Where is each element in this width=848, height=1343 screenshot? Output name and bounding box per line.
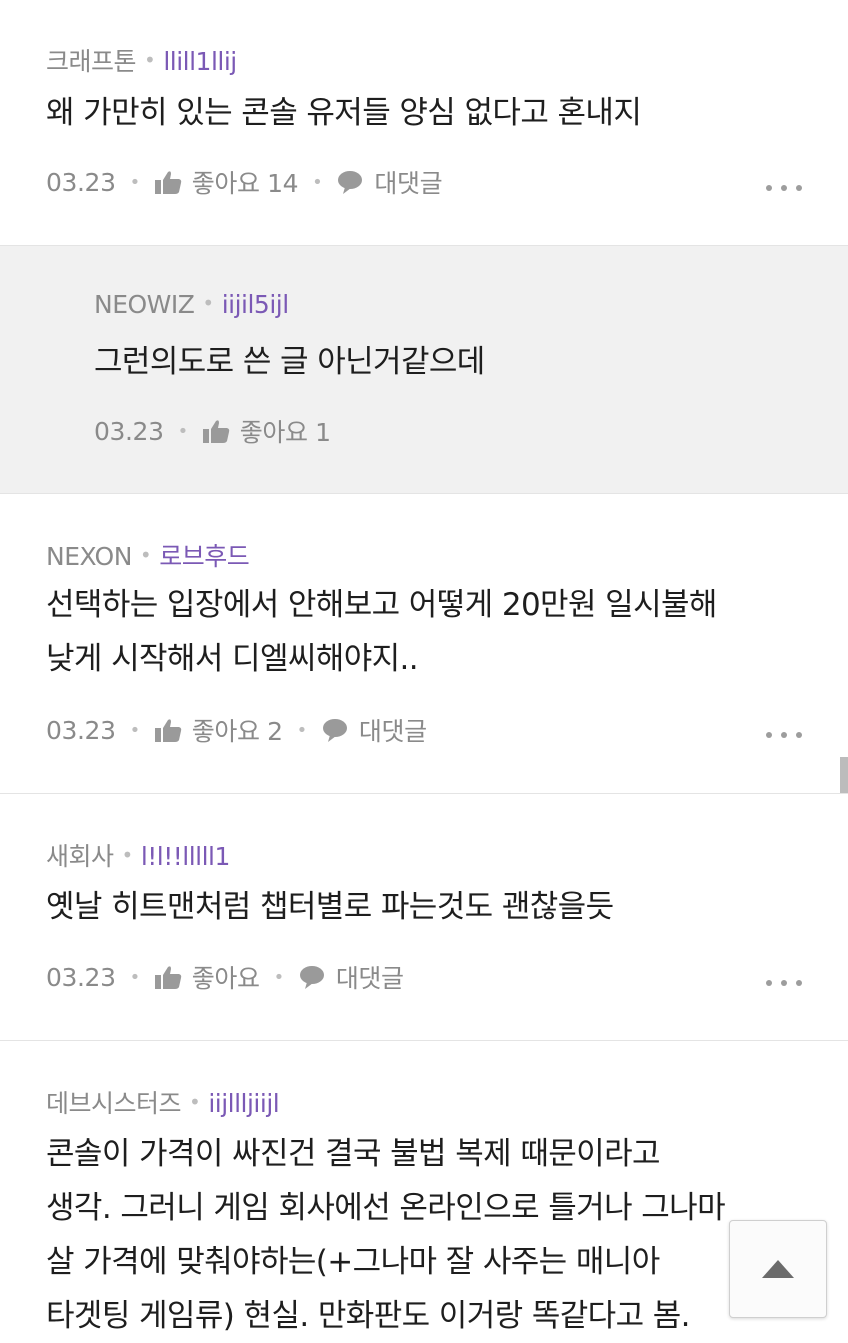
triangle-up-icon [762, 1260, 794, 1278]
like-button[interactable]: 좋아요 [154, 959, 260, 995]
comment-date: 03.23 [46, 715, 116, 745]
comment-text: 선택하는 입장에서 안해보고 어떻게 20만원 일시불해 낮게 시작해서 디엘씨… [46, 587, 717, 677]
nickname[interactable]: l!l!!lllll1 [141, 842, 231, 871]
comment-actions: 03.23 • 좋아요 14 • 대댓글 [46, 164, 443, 200]
reply-button[interactable]: 대댓글 [336, 164, 443, 200]
reply-button[interactable]: 대댓글 [321, 712, 427, 748]
comment-author: NEOWIZ • iijil5ijl [94, 290, 289, 319]
thumbs-up-icon [202, 420, 230, 443]
thumbs-up-icon [154, 719, 182, 742]
comment-author: 크래프톤 • llill1llij [46, 47, 237, 76]
reply-button[interactable]: 대댓글 [298, 959, 404, 995]
company-name: 새회사 [46, 842, 114, 871]
speech-bubble-icon [338, 171, 363, 194]
speech-bubble-icon [322, 719, 347, 742]
nickname[interactable]: iijil5ijl [222, 290, 289, 319]
comment-actions: 03.23 • 좋아요 • 대댓글 [46, 959, 404, 995]
comment-item: 새회사 • l!l!!lllll1 옛날 히트맨처럼 챕터별로 파는것도 괜찮을듯 … [0, 794, 848, 1041]
comment-text: 왜 가만히 있는 콘솔 유저들 양심 없다고 혼내지 [46, 95, 642, 131]
comment-item: NEXON • 로브후드 선택하는 입장에서 안해보고 어떻게 20만원 일시불해 … [0, 494, 848, 794]
company-name: NEOWIZ [94, 290, 195, 319]
comment-date: 03.23 [94, 416, 164, 446]
thumbs-up-icon [154, 966, 182, 989]
company-name: 크래프톤 [46, 47, 137, 76]
company-name: 데브시스터즈 [46, 1089, 182, 1118]
reply-item: NEOWIZ • iijil5ijl 그런의도로 쓴 글 아닌거같으데 03.23 … [0, 246, 848, 494]
comment-text: 옛날 히트맨처럼 챕터별로 파는것도 괜찮을듯 [46, 889, 614, 925]
comment-actions: 03.23 • 좋아요 2 • 대댓글 [46, 712, 427, 748]
comment-text: 콘솔이 가격이 싸진건 결국 불법 복제 때문이라고 생각. 그러니 게임 회사… [46, 1136, 726, 1334]
comment-item: 크래프톤 • llill1llij 왜 가만히 있는 콘솔 유저들 양심 없다고 혼… [0, 0, 848, 246]
nickname[interactable]: llill1llij [163, 47, 237, 76]
scroll-to-top-button[interactable] [729, 1220, 827, 1318]
nickname[interactable]: 로브후드 [159, 542, 250, 571]
like-button[interactable]: 좋아요 1 [202, 413, 331, 449]
more-dots-icon[interactable] [766, 980, 802, 988]
comment-author: NEXON • 로브후드 [46, 542, 250, 571]
comment-text: 그런의도로 쓴 글 아닌거같으데 [94, 344, 485, 380]
thumbs-up-icon [154, 171, 182, 194]
more-dots-icon[interactable] [766, 732, 802, 740]
like-button[interactable]: 좋아요 14 [154, 164, 299, 200]
nickname[interactable]: iijllljiijl [208, 1089, 279, 1118]
comment-author: 데브시스터즈 • iijllljiijl [46, 1089, 280, 1118]
comment-author: 새회사 • l!l!!lllll1 [46, 842, 231, 871]
scrollbar-thumb[interactable] [840, 757, 848, 793]
speech-bubble-icon [299, 966, 324, 989]
comment-item: 데브시스터즈 • iijllljiijl 콘솔이 가격이 싸진건 결국 불법 복제 … [0, 1041, 848, 1337]
company-name: NEXON [46, 542, 132, 571]
comment-actions: 03.23 • 좋아요 1 [94, 413, 331, 449]
more-dots-icon[interactable] [766, 185, 802, 193]
comment-date: 03.23 [46, 962, 116, 992]
like-button[interactable]: 좋아요 2 [154, 712, 283, 748]
comment-date: 03.23 [46, 167, 116, 197]
